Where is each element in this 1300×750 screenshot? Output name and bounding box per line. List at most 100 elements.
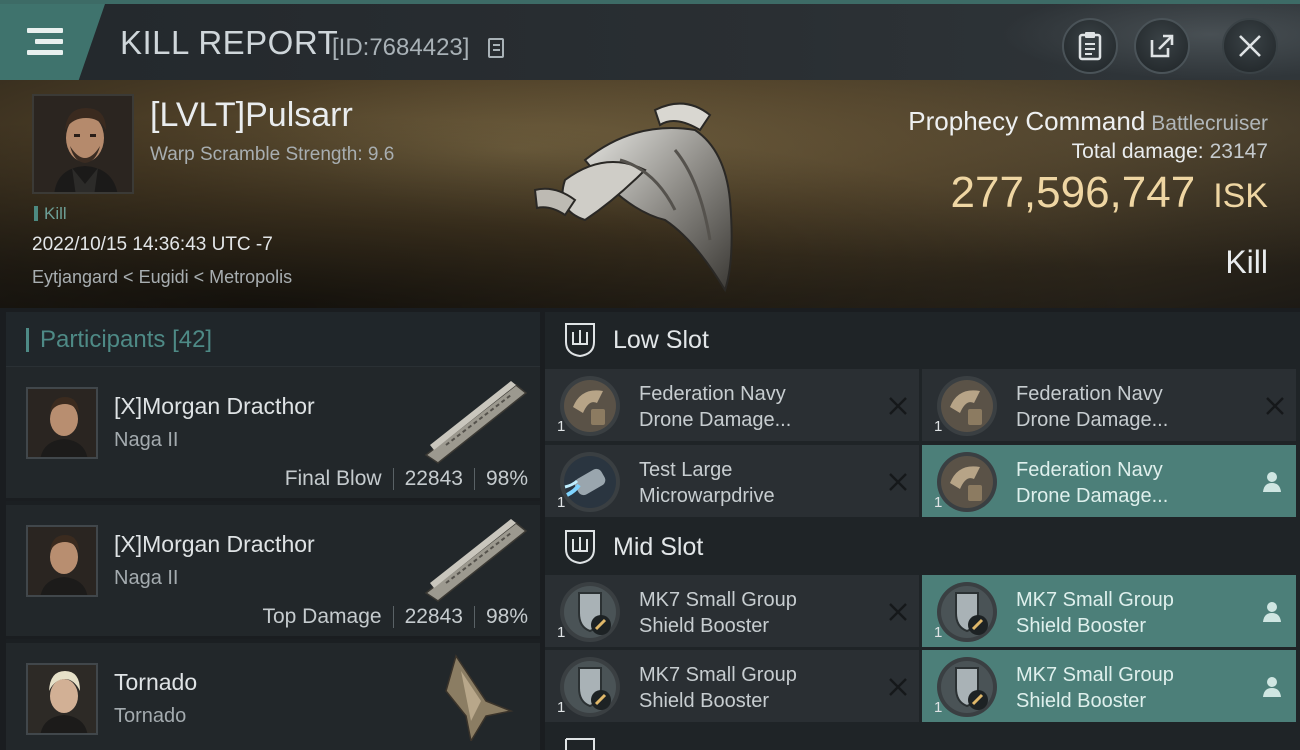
destroyed-x-icon <box>889 678 907 696</box>
total-damage-label: Total damage: <box>1071 140 1204 163</box>
hamburger-icon <box>27 28 63 56</box>
divider <box>392 606 394 628</box>
module-name-line1: Federation Navy <box>1016 459 1163 481</box>
shield-booster-module-icon <box>560 657 620 717</box>
participant-row[interactable]: [X]Morgan Dracthor Naga II Top Damage 22… <box>6 505 540 639</box>
module-name: MK7 Small Group Shield Booster <box>639 662 869 714</box>
participant-row[interactable]: [X]Morgan Dracthor Naga II Final Blow 22… <box>6 367 540 501</box>
module-item[interactable]: 1 MK7 Small Group Shield Booster <box>545 575 919 647</box>
mid-slot-title: Mid Slot <box>613 533 704 561</box>
module-item[interactable]: 1 MK7 Small Group Shield Booster <box>922 650 1296 722</box>
module-name: Federation Navy Drone Damage... <box>1016 457 1246 509</box>
drone-damage-module-icon <box>937 452 997 512</box>
module-name-line2: Shield Booster <box>1016 690 1147 712</box>
module-name: MK7 Small Group Shield Booster <box>639 587 869 639</box>
participant-avatar <box>26 387 98 459</box>
module-name: MK7 Small Group Shield Booster <box>1016 662 1246 714</box>
low-slot-icon <box>565 323 595 358</box>
participant-damage: 22843 <box>404 605 463 628</box>
microwarpdrive-module-icon <box>560 452 620 512</box>
module-quantity: 1 <box>934 699 943 716</box>
victim-summary: [LVLT]Pulsarr Warp Scramble Strength: 9.… <box>0 80 1300 308</box>
participant-damage: 22843 <box>404 467 463 490</box>
close-button[interactable] <box>1222 18 1278 74</box>
participant-ship: Naga II <box>114 567 179 589</box>
close-icon <box>1239 35 1261 57</box>
participant-ship: Naga II <box>114 429 179 451</box>
destroyed-x-icon <box>1266 397 1284 415</box>
module-name-line2: Drone Damage... <box>639 409 792 431</box>
destroyed-x-icon <box>889 473 907 491</box>
module-name-line1: Federation Navy <box>1016 383 1163 405</box>
dropped-pilot-icon <box>1263 472 1281 492</box>
divider <box>473 606 475 628</box>
module-name-line2: Drone Damage... <box>1016 409 1169 431</box>
module-name-line2: Microwarpdrive <box>639 485 775 507</box>
next-slot-icon <box>565 738 595 750</box>
module-quantity: 1 <box>557 418 566 435</box>
victim-pilot-name[interactable]: [LVLT]Pulsarr <box>150 96 353 135</box>
participant-name: Tornado <box>114 669 198 695</box>
participant-row[interactable]: Tornado Tornado <box>6 643 540 750</box>
dropped-pilot-icon <box>1263 677 1281 697</box>
shield-booster-module-icon <box>937 657 997 717</box>
isk-value: 277,596,747 <box>950 168 1196 217</box>
participant-damage-pct: 98% <box>485 605 528 628</box>
top-bar: KILL REPORT [ID:7684423] <box>0 0 1300 80</box>
module-name-line2: Shield Booster <box>639 615 770 637</box>
module-name-line2: Shield Booster <box>1016 615 1147 637</box>
share-button[interactable] <box>1134 18 1190 74</box>
report-id: [ID:7684423] <box>332 34 470 61</box>
participant-role: Final Blow <box>284 467 382 490</box>
drone-damage-module-icon <box>937 376 997 436</box>
module-item[interactable]: 1 Federation Navy Drone Damage... <box>922 369 1296 441</box>
isk-unit: ISK <box>1213 177 1268 215</box>
module-quantity: 1 <box>934 624 943 641</box>
report-button[interactable] <box>1062 18 1118 74</box>
participant-ship-image <box>424 381 528 464</box>
module-name-line1: MK7 Small Group <box>639 589 797 611</box>
menu-button[interactable] <box>0 4 105 80</box>
module-item[interactable]: 1 Federation Navy Drone Damage... <box>922 445 1296 517</box>
page-title: KILL REPORT <box>120 24 339 61</box>
destroyed-x-icon <box>889 603 907 621</box>
shield-booster-module-icon <box>560 582 620 642</box>
victim-ship-image[interactable] <box>525 90 765 295</box>
module-quantity: 1 <box>934 418 943 435</box>
kill-result: Kill <box>1225 244 1268 280</box>
participants-header: Participants [42] <box>6 312 540 367</box>
drone-damage-module-icon <box>560 376 620 436</box>
module-item[interactable]: 1 Federation Navy Drone Damage... <box>545 369 919 441</box>
module-name: MK7 Small Group Shield Booster <box>1016 587 1246 639</box>
module-name-line1: MK7 Small Group <box>1016 589 1174 611</box>
kill-location[interactable]: Eytjangard < Eugidi < Metropolis <box>32 267 292 288</box>
module-name-line1: Federation Navy <box>639 383 786 405</box>
module-quantity: 1 <box>934 494 943 511</box>
module-item[interactable]: 1 MK7 Small Group Shield Booster <box>922 575 1296 647</box>
participant-avatar <box>26 663 98 735</box>
victim-portrait-image <box>34 96 132 192</box>
participants-count: [42] <box>172 326 213 353</box>
divider <box>473 468 475 490</box>
clipboard-icon <box>1078 32 1102 61</box>
total-damage-value: 23147 <box>1209 140 1268 163</box>
victim-ship-title: Prophecy Command Battlecruiser <box>908 106 1268 137</box>
module-name-line1: Test Large <box>639 459 733 481</box>
participants-panel: Participants [42] [X]Morgan Dracthor Nag… <box>6 312 540 750</box>
module-name: Federation Navy Drone Damage... <box>1016 381 1246 433</box>
total-damage: Total damage: 23147 <box>1072 140 1268 164</box>
module-item[interactable]: 1 MK7 Small Group Shield Booster <box>545 650 919 722</box>
mid-slot-icon <box>565 530 595 565</box>
module-item[interactable]: 1 Test Large Microwarpdrive <box>545 445 919 517</box>
victim-ship-name[interactable]: Prophecy Command <box>908 106 1145 136</box>
participant-avatar <box>26 525 98 597</box>
kill-tag: Kill <box>34 204 67 224</box>
participants-title[interactable]: Participants [42] <box>26 326 212 354</box>
participant-role: Top Damage <box>262 605 382 628</box>
victim-portrait[interactable] <box>32 94 134 194</box>
participant-stats: Final Blow 22843 98% <box>285 467 528 491</box>
copy-id-icon[interactable] <box>488 38 504 58</box>
participant-ship: Tornado <box>114 705 187 727</box>
low-slot-title: Low Slot <box>613 326 709 354</box>
isk-value-block: 277,596,747 ISK <box>951 168 1269 218</box>
